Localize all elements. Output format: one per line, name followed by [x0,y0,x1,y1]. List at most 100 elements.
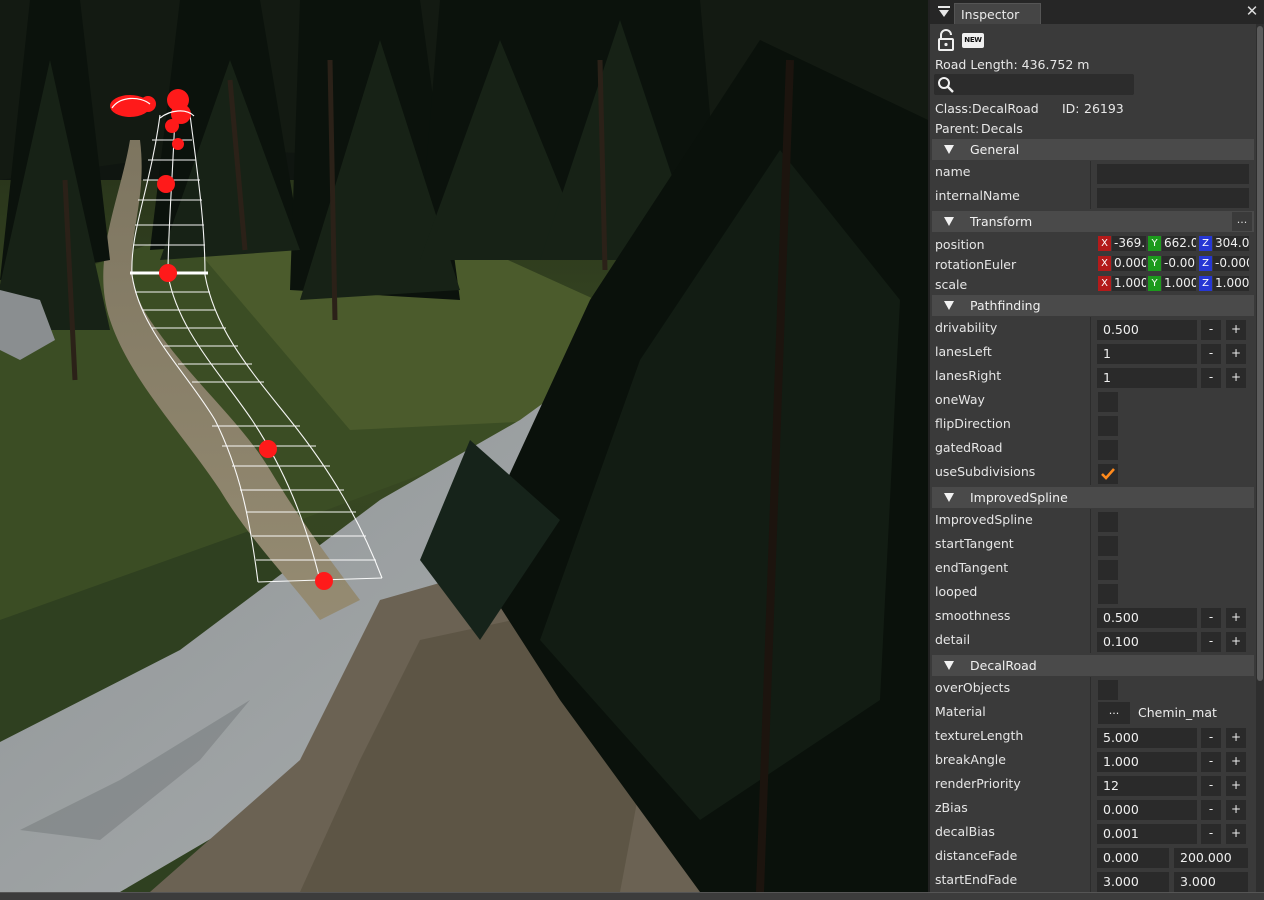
section-decalroad[interactable]: DecalRoad [932,655,1254,676]
decrement-button[interactable]: - [1201,824,1221,844]
tab-inspector[interactable]: Inspector [954,3,1041,24]
textureLength-field[interactable]: 5.000 [1097,728,1197,748]
detail-field[interactable]: 0.100 [1097,632,1197,652]
prop-label: gatedRoad [935,440,1003,455]
increment-button[interactable]: + [1226,608,1246,628]
endTangent-checkbox[interactable] [1098,560,1118,580]
rotation-x-field[interactable]: 0.000 [1112,256,1146,271]
oneWay-checkbox[interactable] [1098,392,1118,412]
startTangent-checkbox[interactable] [1098,536,1118,556]
increment-button[interactable]: + [1226,776,1246,796]
startEndFade-start-field[interactable]: 3.000 [1097,872,1169,892]
increment-button[interactable]: + [1226,368,1246,388]
prop-decalBias: decalBias 0.001 - + [932,821,1254,845]
decrement-button[interactable]: - [1201,344,1221,364]
scale-x-field[interactable]: 1.000 [1112,276,1146,291]
startEndFade-end-field[interactable]: 3.000 [1174,872,1248,892]
material-browse-button[interactable]: ... [1098,702,1130,724]
axis-y-label: Y [1148,256,1161,271]
prop-zBias: zBias 0.000 - + [932,797,1254,821]
decrement-button[interactable]: - [1201,728,1221,748]
inspector-scrollbar[interactable] [1256,24,1264,892]
drivability-field[interactable]: 0.500 [1097,320,1197,340]
lanesRight-field[interactable]: 1 [1097,368,1197,388]
collapse-triangle-icon [944,661,954,670]
flipDirection-checkbox[interactable] [1098,416,1118,436]
prop-label: lanesRight [935,368,1002,383]
rotation-z-field[interactable]: -0.000 [1213,256,1249,271]
overObjects-checkbox[interactable] [1098,680,1118,700]
renderPriority-field[interactable]: 12 [1097,776,1197,796]
menu-triangle-icon[interactable] [936,4,952,20]
decrement-button[interactable]: - [1201,368,1221,388]
prop-flipDirection: flipDirection [932,413,1254,437]
transform-more-button[interactable]: ... [1232,212,1252,231]
scrollbar-thumb[interactable] [1257,26,1263,681]
name-field[interactable] [1097,164,1249,184]
increment-button[interactable]: + [1226,752,1246,772]
decalBias-field[interactable]: 0.001 [1097,824,1197,844]
ImprovedSpline-checkbox[interactable] [1098,512,1118,532]
increment-button[interactable]: + [1226,800,1246,820]
class-value: DecalRoad [972,101,1039,116]
prop-useSubdivisions: useSubdivisions [932,461,1254,485]
looped-checkbox[interactable] [1098,584,1118,604]
divider [1090,869,1091,892]
prop-label: overObjects [935,680,1011,695]
lanesLeft-field[interactable]: 1 [1097,344,1197,364]
road-length: Road Length: 436.752 m [935,57,1090,72]
increment-button[interactable]: + [1226,728,1246,748]
divider [1090,821,1091,845]
divider [1090,629,1091,653]
prop-ImprovedSpline: ImprovedSpline [932,509,1254,533]
position-z-field[interactable]: 304.0 [1213,236,1249,251]
scene-viewport[interactable] [0,0,928,892]
prop-label: breakAngle [935,752,1006,767]
lock-icon[interactable] [936,29,956,51]
decrement-button[interactable]: - [1201,800,1221,820]
gatedRoad-checkbox[interactable] [1098,440,1118,460]
internalName-field[interactable] [1097,188,1249,208]
increment-button[interactable]: + [1226,344,1246,364]
forest-road-scene [0,0,928,892]
prop-label: decalBias [935,824,995,839]
prop-startTangent: startTangent [932,533,1254,557]
search-input[interactable] [934,74,1134,95]
decrement-button[interactable]: - [1201,608,1221,628]
decrement-button[interactable]: - [1201,776,1221,796]
divider [1090,413,1091,437]
section-pathfinding[interactable]: Pathfinding [932,295,1254,316]
prop-label: endTangent [935,560,1009,575]
useSubdivisions-checkbox[interactable] [1098,464,1118,484]
section-improvedspline[interactable]: ImprovedSpline [932,487,1254,508]
new-icon[interactable]: NEW [962,33,984,48]
section-general[interactable]: General [932,139,1254,160]
divider [1090,365,1091,389]
decrement-button[interactable]: - [1201,632,1221,652]
distanceFade-start-field[interactable]: 0.000 [1097,848,1169,868]
zBias-field[interactable]: 0.000 [1097,800,1197,820]
smoothness-field[interactable]: 0.500 [1097,608,1197,628]
divider [1090,557,1091,581]
prop-Material: Material ... Chemin_mat [932,701,1254,725]
checkmark-icon [1101,468,1115,480]
breakAngle-field[interactable]: 1.000 [1097,752,1197,772]
scale-y-field[interactable]: 1.000 [1162,276,1196,291]
close-icon[interactable]: ✕ [1244,3,1260,19]
section-title: ImprovedSpline [970,490,1068,505]
distanceFade-end-field[interactable]: 200.000 [1174,848,1248,868]
prop-detail: detail 0.100 - + [932,629,1254,653]
position-x-field[interactable]: -369. [1112,236,1146,251]
decrement-button[interactable]: - [1201,752,1221,772]
axis-z-label: Z [1199,236,1212,251]
increment-button[interactable]: + [1226,320,1246,340]
position-y-field[interactable]: 662.0 [1162,236,1196,251]
increment-button[interactable]: + [1226,824,1246,844]
rotation-y-field[interactable]: -0.00 [1162,256,1196,271]
section-transform[interactable]: Transform ... [932,211,1254,232]
scale-z-field[interactable]: 1.000 [1213,276,1249,291]
decrement-button[interactable]: - [1201,320,1221,340]
prop-lanesLeft: lanesLeft 1 - + [932,341,1254,365]
increment-button[interactable]: + [1226,632,1246,652]
axis-x-label: X [1098,256,1111,271]
